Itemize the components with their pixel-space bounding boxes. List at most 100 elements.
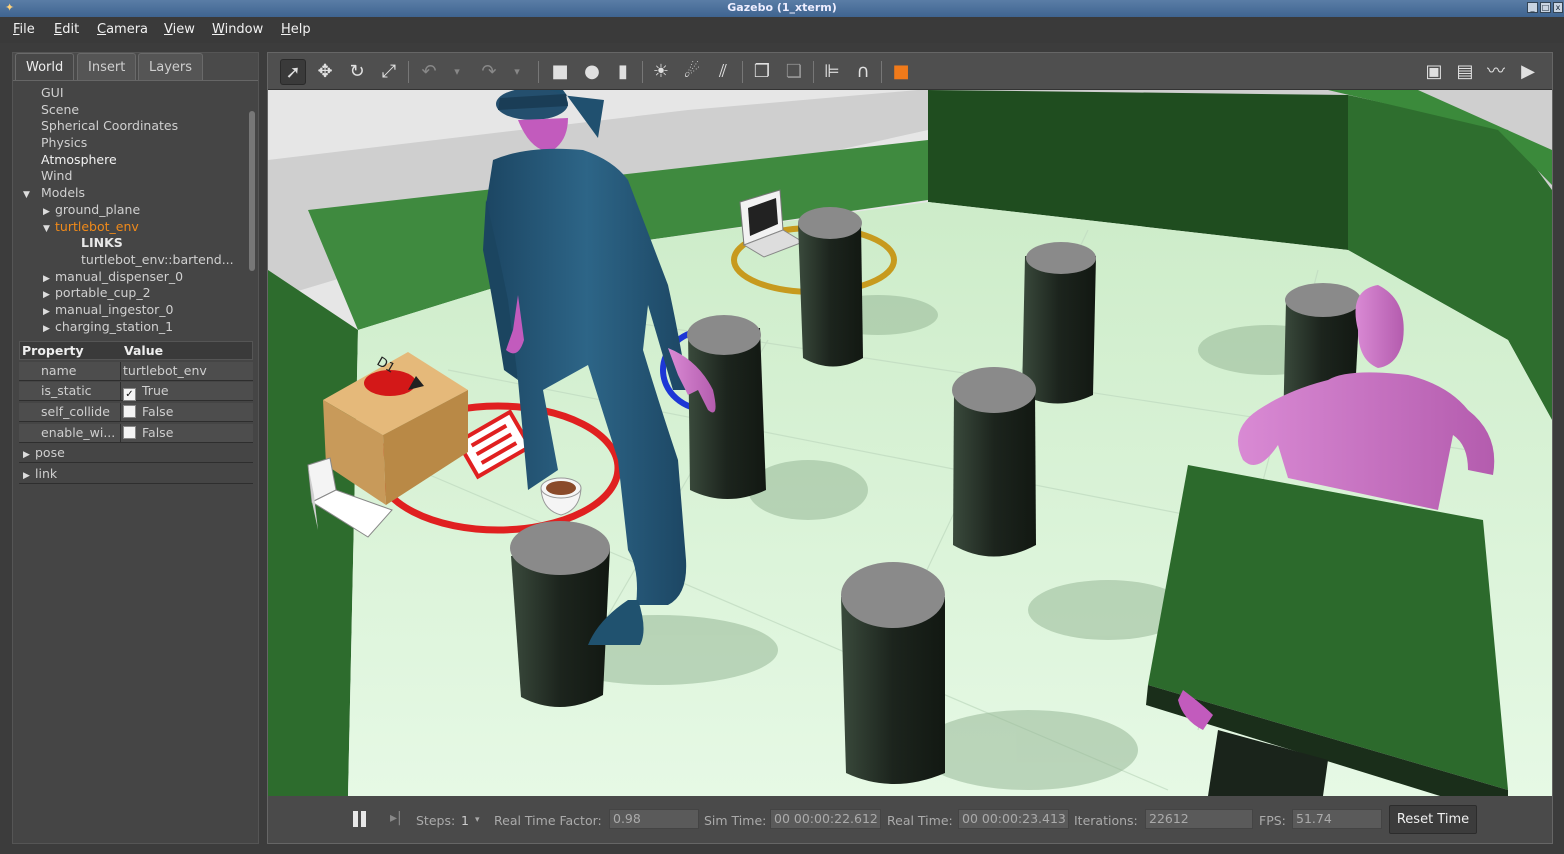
expand-down-icon[interactable]: ▼ bbox=[23, 187, 35, 202]
expand-right-icon[interactable]: ▶ bbox=[43, 287, 55, 302]
real-time-field: 00 00:00:23.413 bbox=[958, 809, 1069, 829]
view-angle-icon[interactable]: ■ bbox=[888, 59, 914, 85]
point-light-icon[interactable]: ☀ bbox=[648, 59, 674, 85]
tree-scrollbar[interactable] bbox=[249, 111, 255, 271]
cylinder-icon[interactable]: ▮ bbox=[610, 59, 636, 85]
tree-item-link[interactable]: turtlebot_env::bartend... bbox=[19, 252, 244, 269]
sim-status-bar: ▸| Steps: 1 ▾ Real Time Factor: 0.98 Sim… bbox=[268, 796, 1552, 843]
expand-down-icon[interactable]: ▼ bbox=[43, 221, 55, 236]
directional-light-icon[interactable]: ⫽ bbox=[710, 59, 736, 85]
tab-layers[interactable]: Layers bbox=[138, 53, 204, 80]
chevron-down-icon[interactable]: ▾ bbox=[444, 59, 470, 85]
tree-item-wind[interactable]: Wind bbox=[19, 168, 244, 185]
tree-item-selected-model[interactable]: ▼ turtlebot_env bbox=[19, 219, 244, 236]
log-icon[interactable]: ▤ bbox=[1452, 59, 1478, 85]
expand-right-icon[interactable]: ▶ bbox=[23, 450, 35, 460]
iterations-label: Iterations: bbox=[1074, 813, 1138, 828]
rtf-field: 0.98 bbox=[609, 809, 699, 829]
property-group[interactable]: ▶ link bbox=[19, 465, 253, 485]
box-icon[interactable]: ■ bbox=[547, 59, 573, 85]
record-icon[interactable]: ▶ bbox=[1515, 59, 1541, 85]
fps-field: 51.74 bbox=[1292, 809, 1382, 829]
chevron-down-icon[interactable]: ▾ bbox=[504, 59, 530, 85]
menu-help[interactable]: Help bbox=[281, 22, 311, 37]
undo-icon[interactable]: ↶ bbox=[416, 59, 442, 85]
checkbox-unchecked-icon[interactable] bbox=[123, 405, 136, 419]
toolbar-separator bbox=[642, 61, 643, 83]
menu-edit[interactable]: Edit bbox=[54, 22, 79, 37]
tree-item-spherical-coordinates[interactable]: Spherical Coordinates bbox=[19, 118, 244, 135]
tree-item-model[interactable]: ▶ portable_cup_2 bbox=[19, 285, 244, 302]
pause-icon[interactable] bbox=[352, 810, 368, 828]
menu-view[interactable]: View bbox=[164, 22, 195, 37]
select-mode-icon[interactable]: ➚ bbox=[280, 59, 306, 85]
column-divider bbox=[120, 382, 121, 402]
property-row[interactable]: self_collide False bbox=[19, 403, 253, 423]
align-icon[interactable]: ⊫ bbox=[819, 59, 845, 85]
tree-item-model[interactable]: ▶ manual_ingestor_0 bbox=[19, 302, 244, 319]
tab-insert[interactable]: Insert bbox=[77, 53, 137, 80]
world-tree: GUI Scene Spherical Coordinates Physics … bbox=[19, 85, 244, 335]
steps-spin-icon[interactable]: ▾ bbox=[475, 815, 480, 825]
rotate-icon[interactable]: ↻ bbox=[344, 59, 370, 85]
paste-icon[interactable]: ❏ bbox=[781, 59, 807, 85]
property-key: enable_wi... bbox=[41, 424, 116, 440]
scale-icon[interactable]: ⤢ bbox=[376, 59, 402, 85]
sphere-icon[interactable]: ● bbox=[579, 59, 605, 85]
checkbox-unchecked-icon[interactable] bbox=[123, 425, 136, 439]
close-button[interactable]: x bbox=[1553, 2, 1563, 13]
expand-right-icon[interactable]: ▶ bbox=[43, 204, 55, 219]
column-divider bbox=[120, 423, 121, 443]
translate-icon[interactable]: ✥ bbox=[312, 59, 338, 85]
step-forward-icon[interactable]: ▸| bbox=[390, 810, 402, 826]
snap-icon[interactable]: ∩ bbox=[850, 59, 876, 85]
sim-time-label: Sim Time: bbox=[704, 813, 767, 828]
property-row[interactable]: enable_wi... False bbox=[19, 423, 253, 443]
model-label: charging_station_1 bbox=[55, 318, 174, 334]
property-key: self_collide bbox=[41, 404, 110, 420]
maximize-button[interactable]: □ bbox=[1540, 2, 1551, 13]
plot-icon[interactable]: 〰 bbox=[1483, 59, 1509, 85]
tree-item-model[interactable]: ▶ ground_plane bbox=[19, 202, 244, 219]
screenshot-icon[interactable]: ▣ bbox=[1421, 59, 1447, 85]
toolbar-separator bbox=[408, 61, 409, 83]
world-panel: GUI Scene Spherical Coordinates Physics … bbox=[13, 80, 258, 843]
tree-item-model[interactable]: ▶ manual_dispenser_0 bbox=[19, 269, 244, 286]
tree-item-scene[interactable]: Scene bbox=[19, 102, 244, 119]
tree-item-atmosphere[interactable]: Atmosphere bbox=[19, 152, 244, 169]
left-panel: World Insert Layers GUI Scene Spherical … bbox=[12, 52, 259, 844]
tree-item-model[interactable]: ▶ charging_station_1 bbox=[19, 319, 244, 336]
menu-camera[interactable]: Camera bbox=[97, 22, 148, 37]
copy-icon[interactable]: ❐ bbox=[749, 59, 775, 85]
property-value: False bbox=[142, 404, 174, 420]
window-title: Gazebo (1_xterm) bbox=[727, 1, 837, 14]
property-value: True bbox=[142, 383, 169, 399]
menu-file[interactable]: File bbox=[13, 22, 35, 37]
model-label: portable_cup_2 bbox=[55, 285, 151, 301]
expand-right-icon[interactable]: ▶ bbox=[23, 471, 35, 481]
spot-light-icon[interactable]: ☄ bbox=[679, 59, 705, 85]
steps-label: Steps: bbox=[416, 813, 456, 828]
tree-item-models[interactable]: ▼ Models bbox=[19, 185, 244, 202]
tree-item-gui[interactable]: GUI bbox=[19, 85, 244, 102]
checkbox-checked-icon[interactable]: ✓ bbox=[123, 388, 136, 402]
property-key: is_static bbox=[41, 383, 92, 399]
expand-right-icon[interactable]: ▶ bbox=[43, 271, 55, 286]
scene-3d-view[interactable]: D1 bbox=[268, 90, 1552, 796]
title-bar: ✦ Gazebo (1_xterm) _ □ x bbox=[0, 0, 1564, 17]
column-divider bbox=[120, 403, 121, 423]
property-group[interactable]: ▶ pose bbox=[19, 444, 253, 464]
redo-icon[interactable]: ↷ bbox=[476, 59, 502, 85]
expand-right-icon[interactable]: ▶ bbox=[43, 321, 55, 336]
property-row[interactable]: is_static ✓ True bbox=[19, 382, 253, 402]
tree-item-physics[interactable]: Physics bbox=[19, 135, 244, 152]
reset-time-button[interactable]: Reset Time bbox=[1389, 805, 1477, 834]
property-row[interactable]: name turtlebot_env bbox=[19, 361, 253, 381]
property-value[interactable]: turtlebot_env bbox=[123, 363, 207, 378]
tab-world[interactable]: World bbox=[15, 53, 75, 80]
menu-window[interactable]: Window bbox=[212, 22, 263, 37]
sim-time-field: 00 00:00:22.612 bbox=[770, 809, 881, 829]
expand-right-icon[interactable]: ▶ bbox=[43, 304, 55, 319]
steps-value[interactable]: 1 bbox=[461, 813, 469, 828]
minimize-button[interactable]: _ bbox=[1527, 2, 1538, 13]
